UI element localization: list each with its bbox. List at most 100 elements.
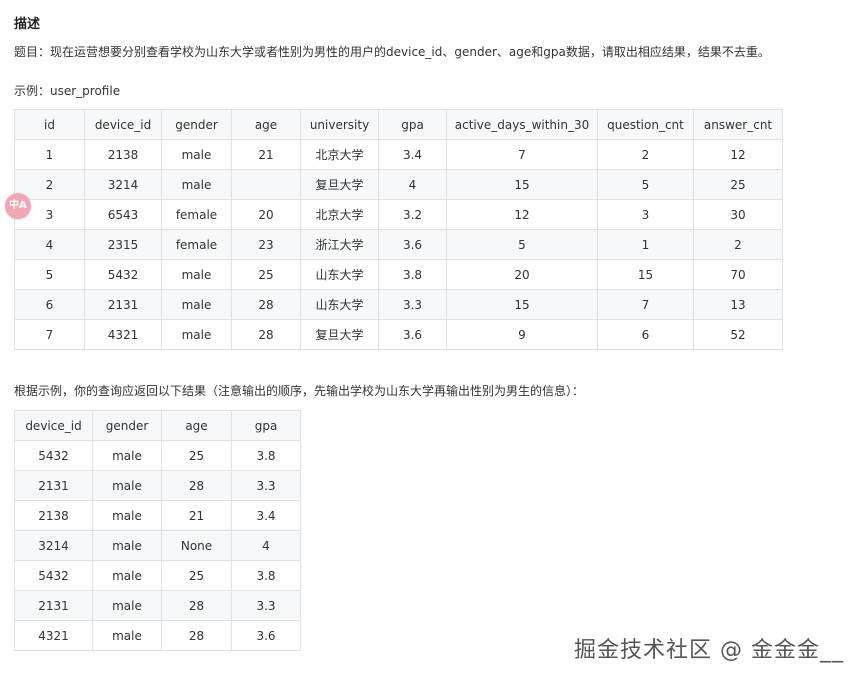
result-body: 5432 male 25 3.8 2131 male 28 3.3 2138 male 21 3.4 3… xyxy=(14,440,301,651)
table-cell: 25 xyxy=(161,440,232,471)
table-cell: male xyxy=(161,259,232,290)
table-cell: 52 xyxy=(693,319,783,350)
table-cell: 12 xyxy=(446,199,598,230)
table-cell: 山东大学 xyxy=(300,259,379,290)
table-row: 7 4321 male 28 复旦大学 3.6 9 6 52 xyxy=(14,319,783,350)
table-row: 4 2315 female 23 浙江大学 3.6 5 1 2 xyxy=(14,229,783,260)
table-cell: 28 xyxy=(161,590,232,621)
table-cell: 2138 xyxy=(84,139,162,170)
table-cell: male xyxy=(92,500,162,531)
table-cell: 1 xyxy=(14,139,85,170)
table-cell: 9 xyxy=(446,319,598,350)
table-cell: 1 xyxy=(597,229,694,260)
table-cell: 30 xyxy=(693,199,783,230)
table-cell: female xyxy=(161,229,232,260)
table-cell: 7 xyxy=(14,319,85,350)
table-row: 2131 male 28 3.3 xyxy=(14,470,301,501)
table-cell: 3.3 xyxy=(231,470,301,501)
table-cell: 5432 xyxy=(84,259,162,290)
table-cell: 70 xyxy=(693,259,783,290)
table-cell: 28 xyxy=(231,289,301,320)
table-cell: 5432 xyxy=(14,440,93,471)
table-cell: 21 xyxy=(161,500,232,531)
table-cell: male xyxy=(92,560,162,591)
table-cell: male xyxy=(161,289,232,320)
table-cell: 4 xyxy=(378,169,447,200)
column-header: gender xyxy=(92,410,162,441)
table-cell: 12 xyxy=(693,139,783,170)
user-profile-table: id device_id gender age university gpa active_… xyxy=(14,109,783,350)
table-row: 5432 male 25 3.8 xyxy=(14,440,301,471)
table-cell: 2131 xyxy=(84,289,162,320)
column-header: device_id xyxy=(84,109,162,140)
table-cell: 2138 xyxy=(14,500,93,531)
table-cell: 3.6 xyxy=(378,319,447,350)
table-cell: 6543 xyxy=(84,199,162,230)
table-cell: 2 xyxy=(693,229,783,260)
table-cell: 3214 xyxy=(14,530,93,561)
translate-icon[interactable]: 中A xyxy=(5,193,31,219)
column-header: age xyxy=(161,410,232,441)
table-cell: male xyxy=(92,470,162,501)
column-header: university xyxy=(300,109,379,140)
table-cell: male xyxy=(161,319,232,350)
user-profile-header-row: id device_id gender age university gpa active_… xyxy=(14,109,783,140)
table-cell: 3.2 xyxy=(378,199,447,230)
header-row: id device_id gender age university gpa active_… xyxy=(14,109,783,140)
table-cell: 15 xyxy=(446,289,598,320)
table-row: 4321 male 28 3.6 xyxy=(14,620,301,651)
table-cell: 2131 xyxy=(14,470,93,501)
column-header: answer_cnt xyxy=(693,109,783,140)
example-label: 示例：user_profile xyxy=(14,84,121,98)
column-header: id xyxy=(14,109,85,140)
problem-page: 描述 题目：现在运营想要分别查看学校为山东大学或者性别为男性的用户的device… xyxy=(0,0,864,681)
column-header: gpa xyxy=(231,410,301,441)
table-cell: 25 xyxy=(161,560,232,591)
table-cell: 4321 xyxy=(84,319,162,350)
table-cell: 3.3 xyxy=(378,289,447,320)
table-cell: male xyxy=(161,169,232,200)
table-cell: 2 xyxy=(597,139,694,170)
table-cell: male xyxy=(92,530,162,561)
table-cell: 13 xyxy=(693,289,783,320)
table-cell: 28 xyxy=(231,319,301,350)
table-cell: 复旦大学 xyxy=(300,319,379,350)
table-cell: 20 xyxy=(231,199,301,230)
table-cell: 3.8 xyxy=(231,560,301,591)
table-cell: 25 xyxy=(231,259,301,290)
table-cell: 20 xyxy=(446,259,598,290)
table-cell: 3214 xyxy=(84,169,162,200)
table-cell: 3.6 xyxy=(378,229,447,260)
table-row: 5 5432 male 25 山东大学 3.8 20 15 70 xyxy=(14,259,783,290)
table-cell: male xyxy=(92,590,162,621)
table-row: 6 2131 male 28 山东大学 3.3 15 7 13 xyxy=(14,289,783,320)
table-cell: 28 xyxy=(161,470,232,501)
watermark: 掘金技术社区 @ 金金金__ xyxy=(574,638,844,663)
table-cell: male xyxy=(92,440,162,471)
table-row: 2131 male 28 3.3 xyxy=(14,590,301,621)
table-row: 2138 male 21 3.4 xyxy=(14,500,301,531)
result-label: 根据示例，你的查询应返回以下结果（注意输出的顺序，先输出学校为山东大学再输出性别… xyxy=(14,384,585,398)
problem-description: 题目：现在运营想要分别查看学校为山东大学或者性别为男性的用户的device_id… xyxy=(14,45,770,59)
table-cell: 山东大学 xyxy=(300,289,379,320)
column-header: question_cnt xyxy=(597,109,694,140)
user-profile-body: 1 2138 male 21 北京大学 3.4 7 2 12 2 3214 male 复旦大学 4 15 5 2… xyxy=(14,139,783,350)
table-cell: female xyxy=(161,199,232,230)
table-cell: 4 xyxy=(231,530,301,561)
table-cell: 6 xyxy=(14,289,85,320)
table-cell: 15 xyxy=(597,259,694,290)
table-cell: 3.8 xyxy=(378,259,447,290)
table-cell: 7 xyxy=(597,289,694,320)
table-cell: male xyxy=(92,620,162,651)
table-cell: 15 xyxy=(446,169,598,200)
table-cell: 5432 xyxy=(14,560,93,591)
table-cell: 5 xyxy=(14,259,85,290)
table-row: 3214 male None 4 xyxy=(14,530,301,561)
table-cell: 4 xyxy=(14,229,85,260)
table-cell: 3.4 xyxy=(231,500,301,531)
table-cell: 2131 xyxy=(14,590,93,621)
table-cell: 6 xyxy=(597,319,694,350)
table-cell: 浙江大学 xyxy=(300,229,379,260)
table-cell: 5 xyxy=(446,229,598,260)
table-cell: 7 xyxy=(446,139,598,170)
